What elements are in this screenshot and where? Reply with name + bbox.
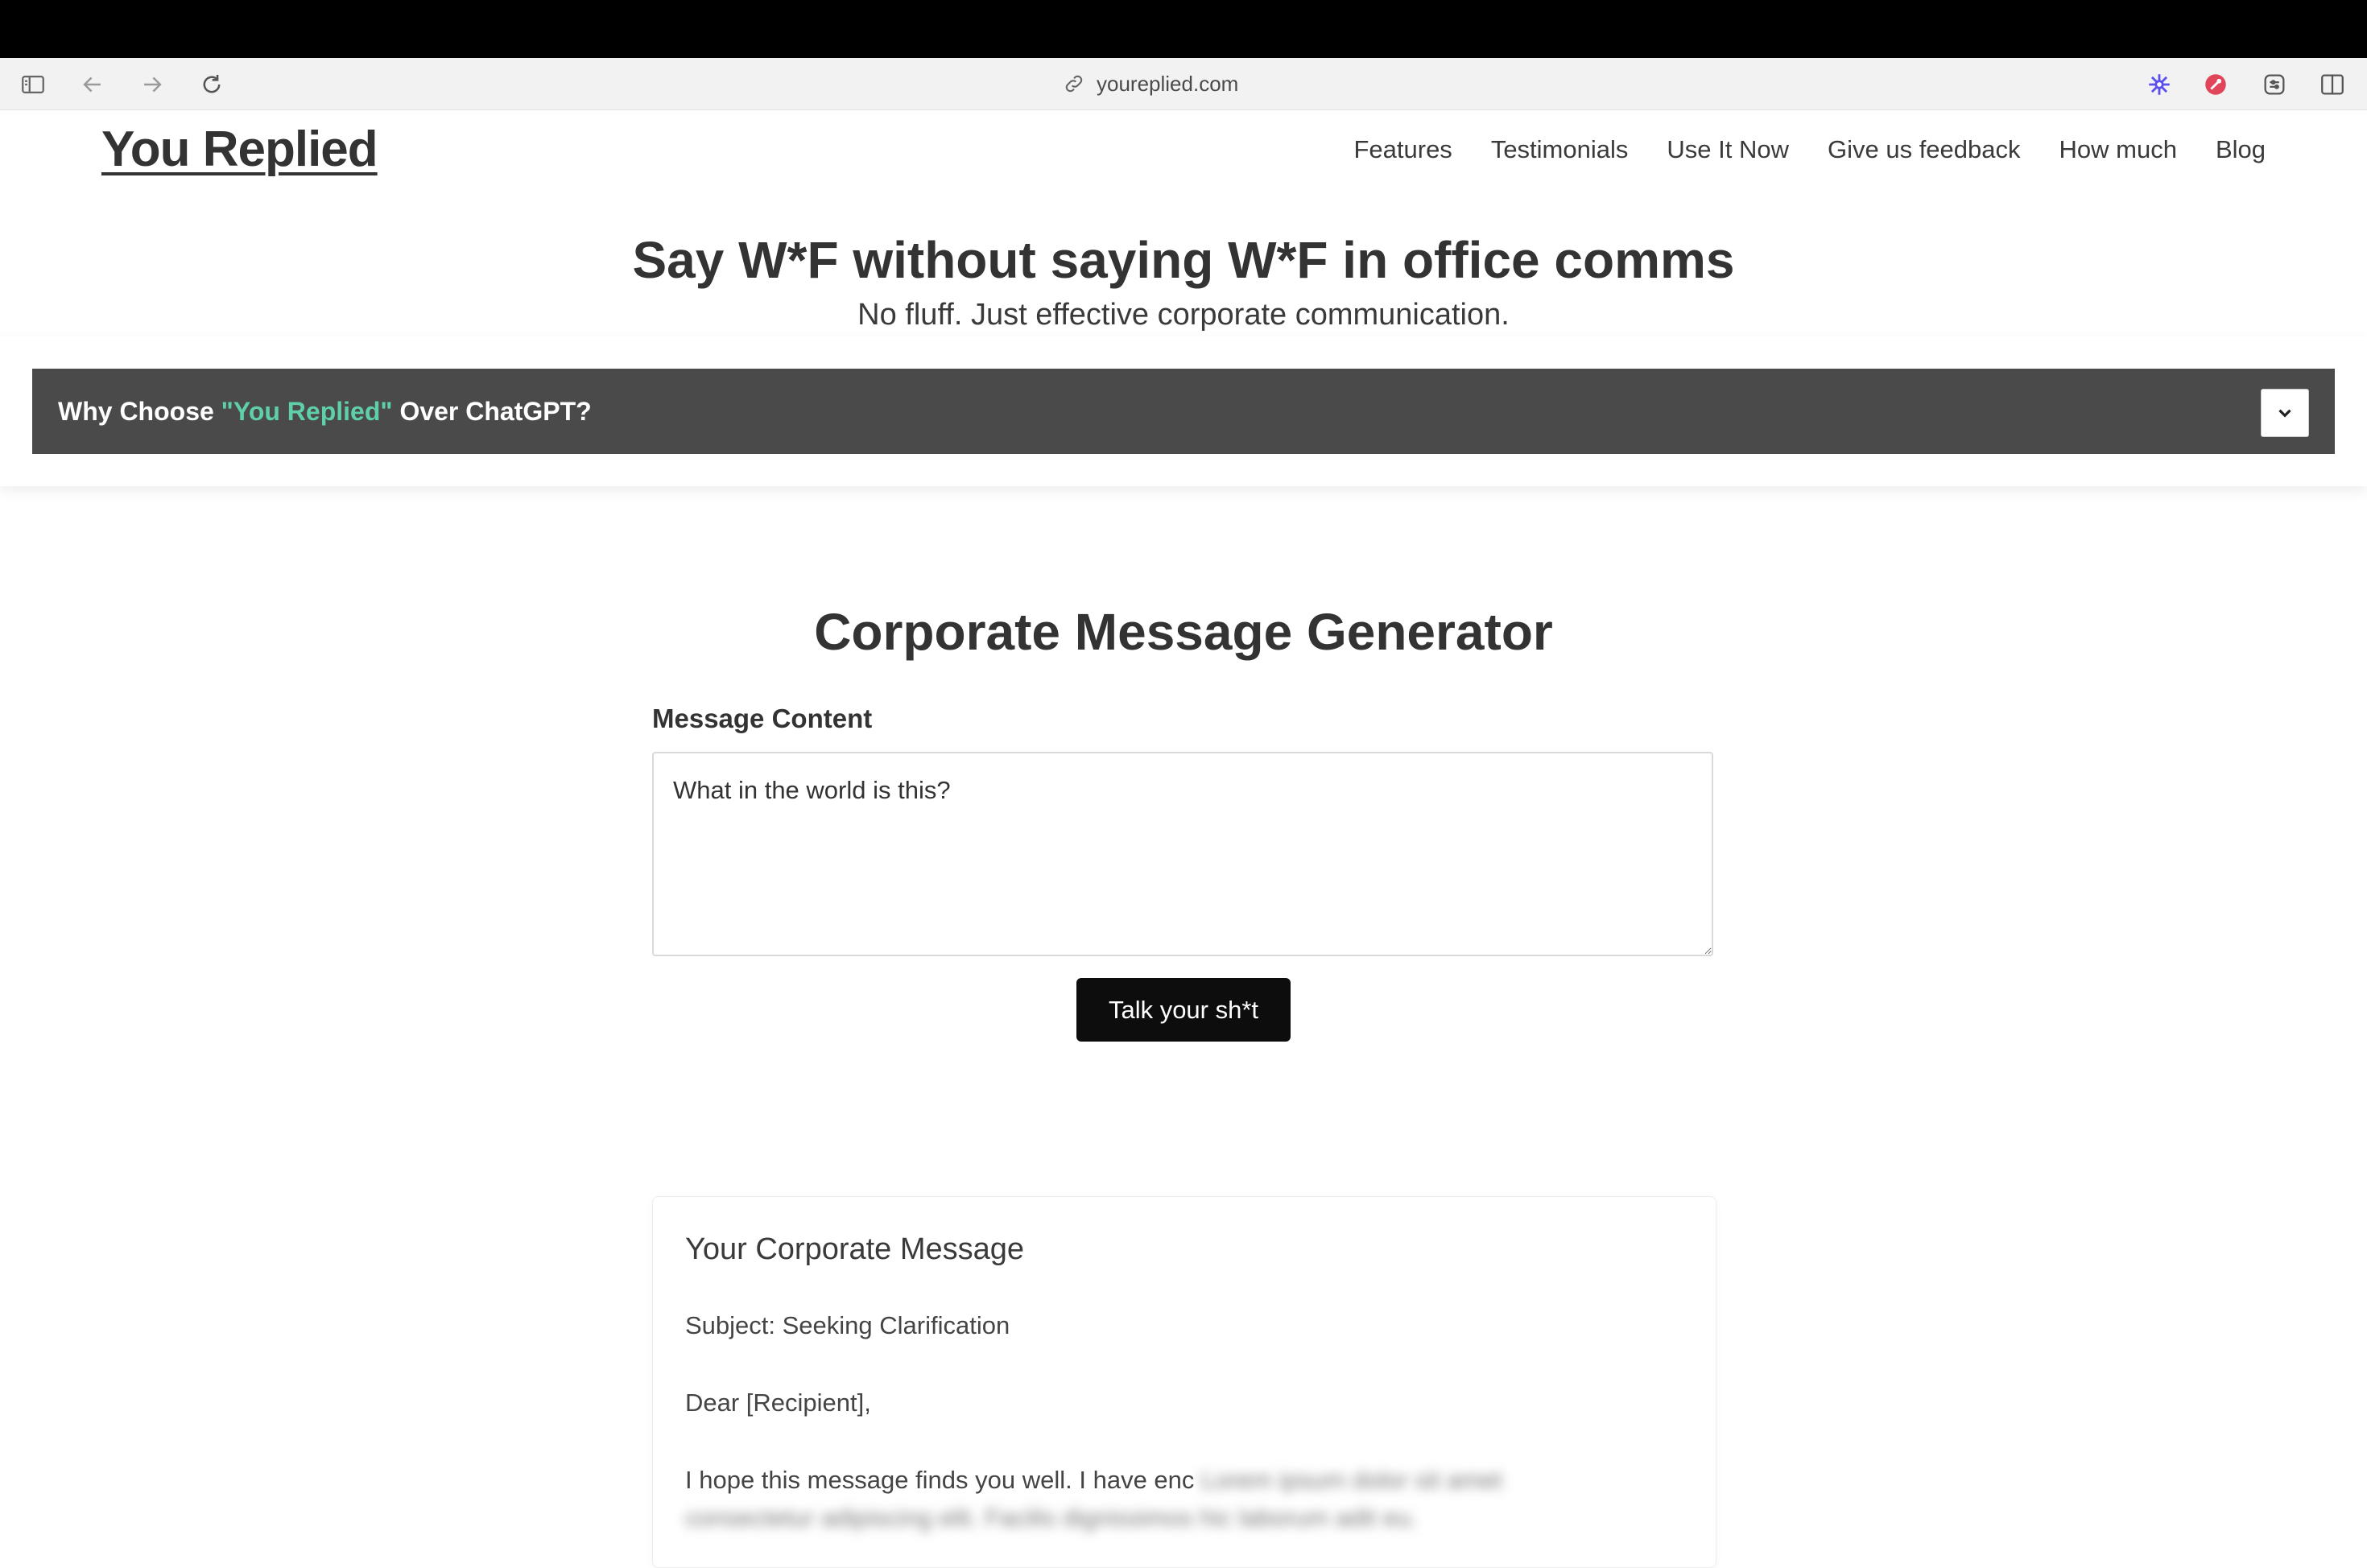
red-extension-icon[interactable] — [2202, 71, 2229, 98]
hero-title: Say W*F without saying W*F in office com… — [632, 231, 1735, 289]
back-arrow-icon[interactable] — [79, 71, 106, 98]
forward-arrow-icon[interactable] — [138, 71, 166, 98]
address-bar[interactable]: youreplied.com — [1063, 69, 1304, 98]
system-menu-bar — [0, 0, 2367, 58]
hero-subtitle: No fluff. Just effective corporate commu… — [857, 298, 1510, 332]
chevron-down-icon — [2278, 409, 2291, 418]
nav-blog[interactable]: Blog — [2216, 135, 2266, 164]
result-body-line-1: I hope this message finds you well. I ha… — [685, 1466, 1502, 1495]
result-subject: Subject: Seeking Clarification — [685, 1311, 1010, 1339]
why-prefix: Why Choose — [58, 396, 221, 426]
message-content-label: Message Content — [652, 704, 873, 733]
result-title: Your Corporate Message — [685, 1232, 1025, 1266]
why-choose-accordion[interactable]: Why Choose "You Replied" Over ChatGPT? — [32, 369, 2335, 454]
sparkle-extension-icon[interactable] — [2146, 71, 2173, 98]
why-choose-heading: Why Choose "You Replied" Over ChatGPT? — [58, 397, 592, 427]
browser-toolbar: youreplied.com — [0, 58, 2367, 110]
nav-features[interactable]: Features — [1353, 135, 1452, 164]
accordion-toggle-button[interactable] — [2261, 389, 2309, 437]
split-view-icon[interactable] — [2319, 71, 2346, 98]
reload-icon[interactable] — [198, 71, 225, 98]
result-body-visible: I hope this message finds you well. I ha… — [685, 1466, 1195, 1494]
nav-feedback[interactable]: Give us feedback — [1828, 135, 2021, 164]
link-icon — [1065, 75, 1083, 93]
message-content-input[interactable]: What in the world is this? — [652, 752, 1713, 956]
generate-button[interactable]: Talk your sh*t — [1076, 978, 1291, 1042]
why-choose-section: Why Choose "You Replied" Over ChatGPT? — [0, 336, 2367, 486]
nav-use-it-now[interactable]: Use It Now — [1667, 135, 1789, 164]
settings-extension-icon[interactable] — [2261, 71, 2288, 98]
why-accent: "You Replied" — [221, 396, 393, 426]
nav-testimonials[interactable]: Testimonials — [1491, 135, 1629, 164]
result-card: Your Corporate Message Subject: Seeking … — [652, 1196, 1716, 1568]
sidebar-icon[interactable] — [19, 71, 47, 98]
nav-how-much[interactable]: How much — [2059, 135, 2177, 164]
result-greeting: Dear [Recipient], — [685, 1389, 871, 1417]
why-suffix: Over ChatGPT? — [392, 396, 592, 426]
site-logo[interactable]: You Replied — [101, 121, 378, 178]
generator-title: Corporate Message Generator — [814, 603, 1553, 661]
main-nav: Features Testimonials Use It Now Give us… — [1353, 135, 2266, 164]
result-body-blurred-1: Lorem ipsum dolor sit amet — [1201, 1466, 1502, 1494]
result-body-blurred-2: consectetur adipiscing elit. Facilis dig… — [685, 1504, 1418, 1532]
url-text: youreplied.com — [1097, 71, 1239, 96]
